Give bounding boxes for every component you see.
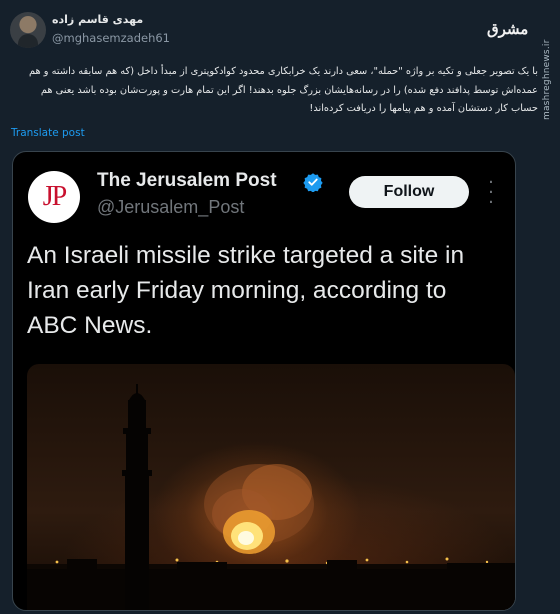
explosion-photo[interactable] <box>27 364 515 610</box>
watermark: mashreghnews.ir <box>542 39 552 120</box>
translate-link[interactable]: Translate post <box>11 127 85 139</box>
tweet-text: با یک تصویر جعلی و تکیه بر واژه "حمله"، … <box>29 66 538 114</box>
more-options-icon[interactable]: · · · <box>479 174 503 212</box>
author-name[interactable]: مهدی قاسم زاده <box>52 13 143 26</box>
avatar[interactable] <box>10 12 46 48</box>
publisher-logo-text: JP <box>42 181 68 212</box>
follow-button[interactable]: Follow <box>349 176 469 208</box>
author-handle[interactable]: @mghasemzadeh61 <box>52 31 170 45</box>
quoted-headline: An Israeli missile strike targeted a sit… <box>27 242 465 339</box>
photo-illustration <box>27 384 515 610</box>
publisher-avatar[interactable]: JP <box>28 171 80 223</box>
quoted-post-card[interactable]: JP The Jerusalem Post @Jerusalem_Post Fo… <box>12 151 516 611</box>
publisher-name[interactable]: The Jerusalem Post <box>97 170 277 192</box>
publisher-handle[interactable]: @Jerusalem_Post <box>97 197 244 218</box>
verified-badge-icon <box>303 173 323 192</box>
brand-logo: مشرق <box>487 20 529 38</box>
